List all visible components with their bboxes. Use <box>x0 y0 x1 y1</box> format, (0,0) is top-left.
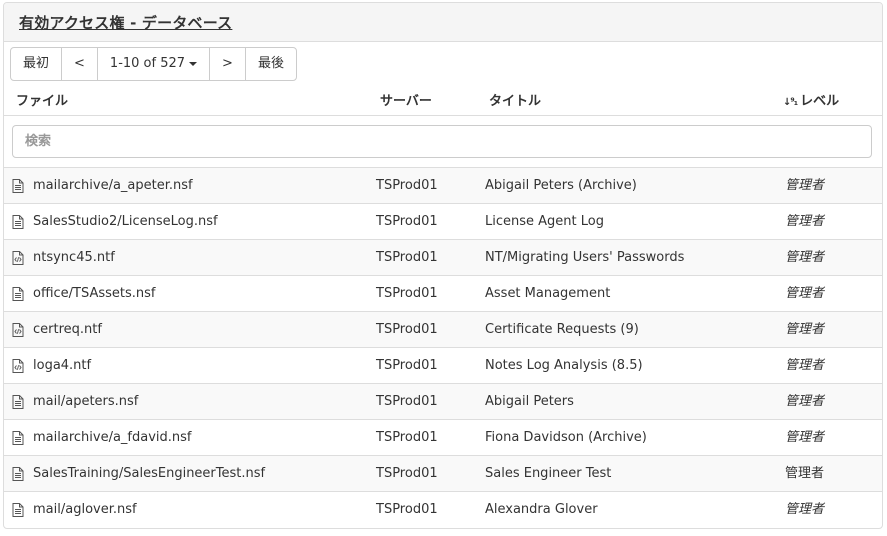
file-cell: mail/aglover.nsf <box>33 502 137 517</box>
level-cell: 管理者 <box>785 358 825 373</box>
file-cell: office/TSAssets.nsf <box>33 286 156 301</box>
template-file-icon <box>12 251 24 265</box>
server-cell: TSProd01 <box>376 250 438 265</box>
table-header: ファイル サーバー タイトル ↓⁹₁ レベル <box>4 85 882 115</box>
title-cell: Alexandra Glover <box>485 502 598 517</box>
page-range-dropdown[interactable]: 1-10 of 527 <box>98 48 211 80</box>
level-cell: 管理者 <box>785 214 825 229</box>
database-file-icon <box>12 431 24 445</box>
table-row[interactable]: mailarchive/a_fdavid.nsf TSProd01 Fiona … <box>4 419 882 455</box>
server-cell: TSProd01 <box>376 430 438 445</box>
level-cell: 管理者 <box>785 466 825 481</box>
panel-title[interactable]: 有効アクセス権 - データベース <box>19 12 232 33</box>
level-cell: 管理者 <box>785 502 825 517</box>
column-header-level[interactable]: ↓⁹₁ レベル <box>783 90 839 109</box>
search-input[interactable] <box>12 125 872 158</box>
table-row[interactable]: mail/apeters.nsf TSProd01 Abigail Peters… <box>4 383 882 419</box>
last-page-button[interactable]: 最後 <box>246 48 296 80</box>
file-cell: mail/apeters.nsf <box>33 394 139 409</box>
prev-page-button[interactable]: < <box>62 48 98 80</box>
table-row[interactable]: certreq.ntf TSProd01 Certificate Request… <box>4 311 882 347</box>
panel-heading: 有効アクセス権 - データベース <box>4 3 882 42</box>
table-row[interactable]: mailarchive/a_apeter.nsf TSProd01 Abigai… <box>4 167 882 203</box>
server-cell: TSProd01 <box>376 358 438 373</box>
server-cell: TSProd01 <box>376 286 438 301</box>
file-cell: SalesTraining/SalesEngineerTest.nsf <box>33 466 266 481</box>
title-cell: Abigail Peters <box>485 394 574 409</box>
first-page-button[interactable]: 最初 <box>11 48 63 80</box>
file-cell: mailarchive/a_apeter.nsf <box>33 178 193 193</box>
column-header-title[interactable]: タイトル <box>489 90 541 109</box>
table-row[interactable]: mail/aglover.nsf TSProd01 Alexandra Glov… <box>4 491 882 527</box>
title-cell: License Agent Log <box>485 214 604 229</box>
server-cell: TSProd01 <box>376 322 438 337</box>
level-cell: 管理者 <box>785 322 825 337</box>
title-cell: Certificate Requests (9) <box>485 322 639 337</box>
column-header-server[interactable]: サーバー <box>380 90 432 109</box>
table-row[interactable]: SalesTraining/SalesEngineerTest.nsf TSPr… <box>4 455 882 491</box>
page-range-label: 1-10 of 527 <box>109 56 186 71</box>
file-cell: loga4.ntf <box>33 358 92 373</box>
database-file-icon <box>12 467 24 481</box>
table-row[interactable]: office/TSAssets.nsf TSProd01 Asset Manag… <box>4 275 882 311</box>
database-file-icon <box>12 287 24 301</box>
table-row[interactable]: SalesStudio2/LicenseLog.nsf TSProd01 Lic… <box>4 203 882 239</box>
column-header-level-label: レベル <box>800 94 840 109</box>
database-file-icon <box>12 215 24 229</box>
server-cell: TSProd01 <box>376 466 438 481</box>
sort-numeric-desc-icon: ↓⁹₁ <box>783 97 798 108</box>
file-cell: certreq.ntf <box>33 322 102 337</box>
table-row[interactable]: ntsync45.ntf TSProd01 NT/Migrating Users… <box>4 239 882 275</box>
file-cell: mailarchive/a_fdavid.nsf <box>33 430 192 445</box>
title-cell: Fiona Davidson (Archive) <box>485 430 647 445</box>
server-cell: TSProd01 <box>376 178 438 193</box>
template-file-icon <box>12 323 24 337</box>
server-cell: TSProd01 <box>376 214 438 229</box>
database-access-panel: 有効アクセス権 - データベース 最初 < 1-10 of 527 > 最後 フ… <box>3 2 883 529</box>
file-cell: ntsync45.ntf <box>33 250 115 265</box>
search-row <box>4 115 882 168</box>
level-cell: 管理者 <box>785 250 825 265</box>
server-cell: TSProd01 <box>376 394 438 409</box>
table-row[interactable]: loga4.ntf TSProd01 Notes Log Analysis (8… <box>4 347 882 383</box>
level-cell: 管理者 <box>785 394 825 409</box>
title-cell: Notes Log Analysis (8.5) <box>485 358 643 373</box>
file-cell: SalesStudio2/LicenseLog.nsf <box>33 214 218 229</box>
level-cell: 管理者 <box>785 286 825 301</box>
table-body: mailarchive/a_apeter.nsf TSProd01 Abigai… <box>4 167 882 527</box>
server-cell: TSProd01 <box>376 502 438 517</box>
title-cell: Abigail Peters (Archive) <box>485 178 637 193</box>
title-cell: Sales Engineer Test <box>485 466 612 481</box>
caret-down-icon <box>189 61 198 66</box>
database-file-icon <box>12 503 24 517</box>
title-cell: Asset Management <box>485 286 611 301</box>
column-header-file[interactable]: ファイル <box>16 90 68 109</box>
template-file-icon <box>12 359 24 373</box>
database-file-icon <box>12 395 24 409</box>
level-cell: 管理者 <box>785 430 825 445</box>
level-cell: 管理者 <box>785 178 825 193</box>
next-page-button[interactable]: > <box>210 48 246 80</box>
pagination-toolbar: 最初 < 1-10 of 527 > 最後 <box>10 47 297 81</box>
title-cell: NT/Migrating Users' Passwords <box>485 250 685 265</box>
database-file-icon <box>12 179 24 193</box>
